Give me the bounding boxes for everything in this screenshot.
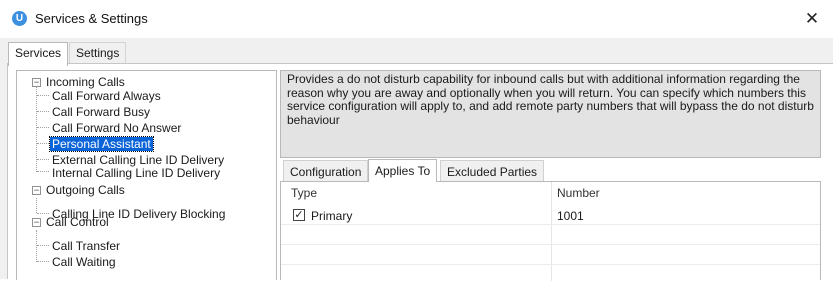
expander-outgoing-calls[interactable]: − [32, 186, 41, 195]
tree-item-personal-assistant[interactable]: Personal Assistant [49, 136, 154, 152]
inner-tab-strip: Configuration Applies To Excluded Partie… [280, 159, 821, 182]
tree-item-label: Call Waiting [52, 255, 116, 269]
tree-item-label: Call Forward No Answer [52, 121, 182, 135]
column-header-number[interactable]: Number [557, 186, 600, 200]
app-logo-icon: U [12, 11, 27, 26]
tab-applies-to[interactable]: Applies To [368, 159, 438, 182]
tab-settings[interactable]: Settings [69, 42, 127, 65]
tree-group-label: Call Control [46, 215, 109, 229]
table-row[interactable]: ✓ Primary 1001 [281, 206, 820, 225]
services-panel: − Incoming Calls Call Forward Always Cal… [7, 63, 833, 281]
tab-configuration[interactable]: Configuration [283, 160, 369, 182]
tree-item-call-forward-no-answer[interactable]: Call Forward No Answer [52, 120, 181, 136]
tree-group-label: Incoming Calls [46, 75, 125, 89]
row-number-cell: 1001 [557, 209, 584, 223]
tree-item-internal-calling-line-id-delivery[interactable]: Internal Calling Line ID Delivery [52, 165, 220, 181]
window-title: Services & Settings [35, 11, 148, 26]
tree-item-call-waiting[interactable]: Call Waiting [52, 254, 116, 270]
column-header-type[interactable]: Type [291, 186, 317, 200]
tree-item-label: Internal Calling Line ID Delivery [52, 166, 221, 180]
expander-incoming-calls[interactable]: − [32, 78, 41, 87]
tree-group-call-control[interactable]: Call Control [46, 214, 109, 230]
tree-item-call-forward-always[interactable]: Call Forward Always [52, 88, 161, 104]
tree-item-call-forward-busy[interactable]: Call Forward Busy [52, 104, 150, 120]
service-description: Provides a do not disturb capability for… [280, 70, 821, 158]
outer-tab-strip: Services Settings [0, 38, 833, 66]
tree-group-outgoing-calls[interactable]: Outgoing Calls [46, 182, 125, 198]
applies-to-grid: Type Number ✓ Primary 1001 [280, 181, 821, 281]
tab-services[interactable]: Services [8, 42, 69, 66]
table-row-empty [281, 246, 820, 265]
tree-item-call-transfer[interactable]: Call Transfer [52, 238, 120, 254]
tree-item-label: Call Forward Always [52, 89, 161, 103]
services-tree[interactable]: − Incoming Calls Call Forward Always Cal… [16, 70, 277, 280]
tab-excluded-parties[interactable]: Excluded Parties [440, 160, 545, 182]
row-type-cell: Primary [311, 209, 353, 223]
table-row-empty [281, 226, 820, 245]
tree-item-label: Personal Assistant [49, 136, 154, 152]
title-bar: U Services & Settings ✕ [0, 0, 833, 38]
tree-item-label: Call Forward Busy [52, 105, 151, 119]
tree-item-label: Call Transfer [52, 239, 121, 253]
expander-call-control[interactable]: − [32, 218, 41, 227]
close-button[interactable]: ✕ [791, 0, 833, 38]
close-icon: ✕ [804, 9, 820, 28]
services-settings-window: U Services & Settings ✕ Services Setting… [0, 0, 833, 281]
tree-group-label: Outgoing Calls [46, 183, 125, 197]
primary-checkbox[interactable]: ✓ [293, 209, 305, 221]
